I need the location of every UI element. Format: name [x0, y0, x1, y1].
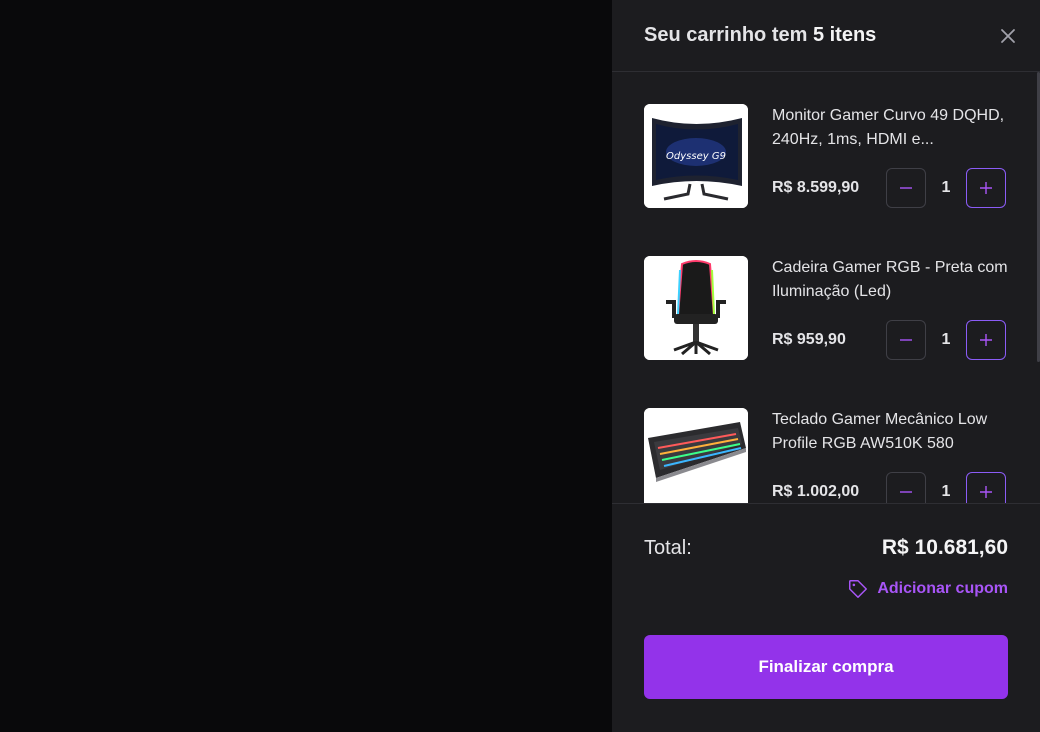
- monitor-image: Odyssey G9: [644, 104, 748, 208]
- product-price: R$ 8.599,90: [772, 179, 860, 196]
- quantity-value: 1: [941, 483, 951, 500]
- increase-quantity-button[interactable]: [966, 168, 1006, 208]
- increase-quantity-button[interactable]: [966, 472, 1006, 503]
- cart-item: Cadeira Gamer RGB - Preta com Iluminação…: [644, 256, 1008, 360]
- minus-icon: [900, 339, 912, 341]
- product-image-monitor[interactable]: Odyssey G9: [644, 104, 748, 208]
- cart-header: Seu carrinho tem 5 itens: [612, 0, 1040, 72]
- cart-item: Odyssey G9 Monitor Gamer Curvo 49 DQHD, …: [644, 104, 1008, 208]
- plus-icon: [980, 182, 992, 194]
- decrease-quantity-button[interactable]: [886, 168, 926, 208]
- keyboard-image: [644, 408, 748, 503]
- decrease-quantity-button[interactable]: [886, 320, 926, 360]
- monitor-brand-text: Odyssey G9: [666, 151, 726, 162]
- add-coupon-label: Adicionar cupom: [877, 580, 1008, 597]
- chair-image: [644, 256, 748, 360]
- add-coupon-link[interactable]: Adicionar cupom: [847, 578, 1008, 600]
- product-price: R$ 959,90: [772, 331, 846, 348]
- increase-quantity-button[interactable]: [966, 320, 1006, 360]
- cart-footer: Total: R$ 10.681,60 Adicionar cupom Fina…: [612, 503, 1040, 732]
- overlay-backdrop[interactable]: [0, 0, 612, 732]
- quantity-value: 1: [941, 179, 951, 196]
- product-price: R$ 1.002,00: [772, 483, 860, 500]
- decrease-quantity-button[interactable]: [886, 472, 926, 503]
- cart-title-prefix: Seu carrinho tem: [644, 24, 813, 46]
- cart-title: Seu carrinho tem 5 itens: [644, 24, 876, 47]
- close-icon: [1001, 28, 1015, 43]
- cart-drawer: Seu carrinho tem 5 itens Odyssey G9 Moni…: [612, 0, 1040, 732]
- checkout-button[interactable]: Finalizar compra: [644, 635, 1008, 699]
- product-image-keyboard[interactable]: [644, 408, 748, 503]
- total-value: R$ 10.681,60: [881, 536, 1008, 559]
- plus-icon: [980, 334, 992, 346]
- total-label: Total:: [644, 537, 692, 559]
- quantity-value: 1: [941, 331, 951, 348]
- product-name[interactable]: Cadeira Gamer RGB - Preta com Iluminação…: [772, 256, 1008, 304]
- minus-icon: [900, 187, 912, 189]
- cart-item: Teclado Gamer Mecânico Low Profile RGB A…: [644, 408, 1008, 503]
- minus-icon: [900, 491, 912, 493]
- plus-icon: [980, 486, 992, 498]
- tag-icon: [849, 580, 868, 598]
- close-button[interactable]: [996, 24, 1020, 48]
- product-name[interactable]: Teclado Gamer Mecânico Low Profile RGB A…: [772, 408, 1008, 456]
- cart-item-count: 5 itens: [812, 24, 877, 46]
- product-name[interactable]: Monitor Gamer Curvo 49 DQHD, 240Hz, 1ms,…: [772, 104, 1008, 152]
- product-image-chair[interactable]: [644, 256, 748, 360]
- cart-items-list[interactable]: Odyssey G9 Monitor Gamer Curvo 49 DQHD, …: [612, 72, 1040, 503]
